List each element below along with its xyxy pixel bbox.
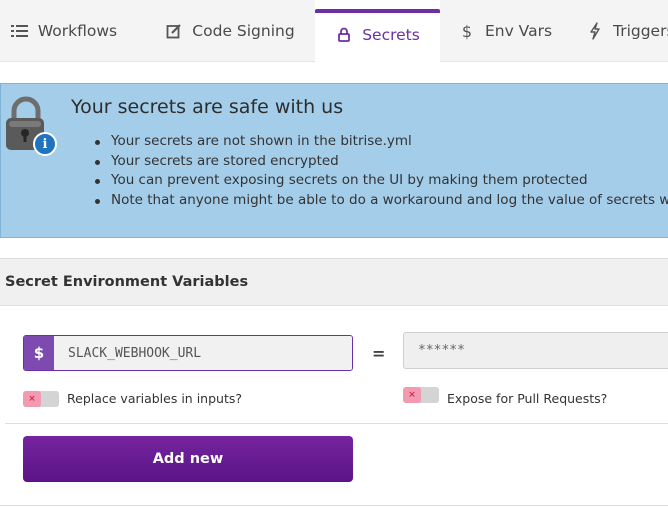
section-header: Secret Environment Variables	[0, 258, 668, 306]
tab-code-signing[interactable]: Code Signing	[158, 0, 302, 62]
list-icon	[10, 22, 29, 40]
notice-list: Your secrets are not shown in the bitris…	[95, 132, 668, 211]
expose-pull-requests-toggle[interactable]: ×	[403, 387, 439, 403]
tab-label: Secrets	[362, 25, 420, 44]
tab-label: Workflows	[37, 22, 118, 40]
tab-label: Triggers	[613, 22, 668, 40]
add-new-button[interactable]: Add new	[23, 436, 353, 482]
list-item: Note that anyone might be able to do a w…	[95, 191, 668, 211]
divider	[5, 423, 668, 424]
security-notice: i Your secrets are safe with us Your sec…	[0, 83, 668, 238]
section-title: Secret Environment Variables	[5, 274, 249, 290]
list-item: You can prevent exposing secrets on the …	[95, 171, 668, 191]
tab-label: Code Signing	[192, 22, 295, 40]
notice-title: Your secrets are safe with us	[71, 96, 344, 118]
expose-pull-requests-label: Expose for Pull Requests?	[447, 391, 608, 406]
dollar-icon: $	[461, 21, 473, 41]
close-icon: ×	[403, 387, 421, 403]
edit-icon	[165, 22, 183, 40]
equals-sign: =	[372, 344, 386, 363]
dollar-icon: $	[24, 336, 54, 370]
close-icon: ×	[23, 391, 41, 407]
tab-env-vars[interactable]: $ Env Vars	[454, 0, 556, 62]
lock-icon	[335, 26, 353, 44]
replace-variables-label: Replace variables in inputs?	[67, 391, 242, 406]
bolt-icon	[586, 22, 604, 40]
tab-triggers[interactable]: Triggers	[586, 0, 668, 62]
tab-secrets[interactable]: Secrets	[315, 0, 440, 63]
value-input[interactable]	[403, 332, 668, 369]
tab-label: Env Vars	[484, 22, 553, 40]
divider	[0, 505, 668, 506]
key-input[interactable]	[54, 336, 352, 370]
list-item: Your secrets are stored encrypted	[95, 152, 668, 172]
list-item: Your secrets are not shown in the bitris…	[95, 132, 668, 152]
replace-variables-toggle[interactable]: ×	[23, 391, 59, 407]
key-field: $	[23, 335, 353, 371]
info-icon: i	[33, 132, 57, 156]
tab-workflows[interactable]: Workflows	[0, 0, 128, 62]
tab-bar: Workflows Code Signing Secrets $ Env Var…	[0, 0, 668, 63]
